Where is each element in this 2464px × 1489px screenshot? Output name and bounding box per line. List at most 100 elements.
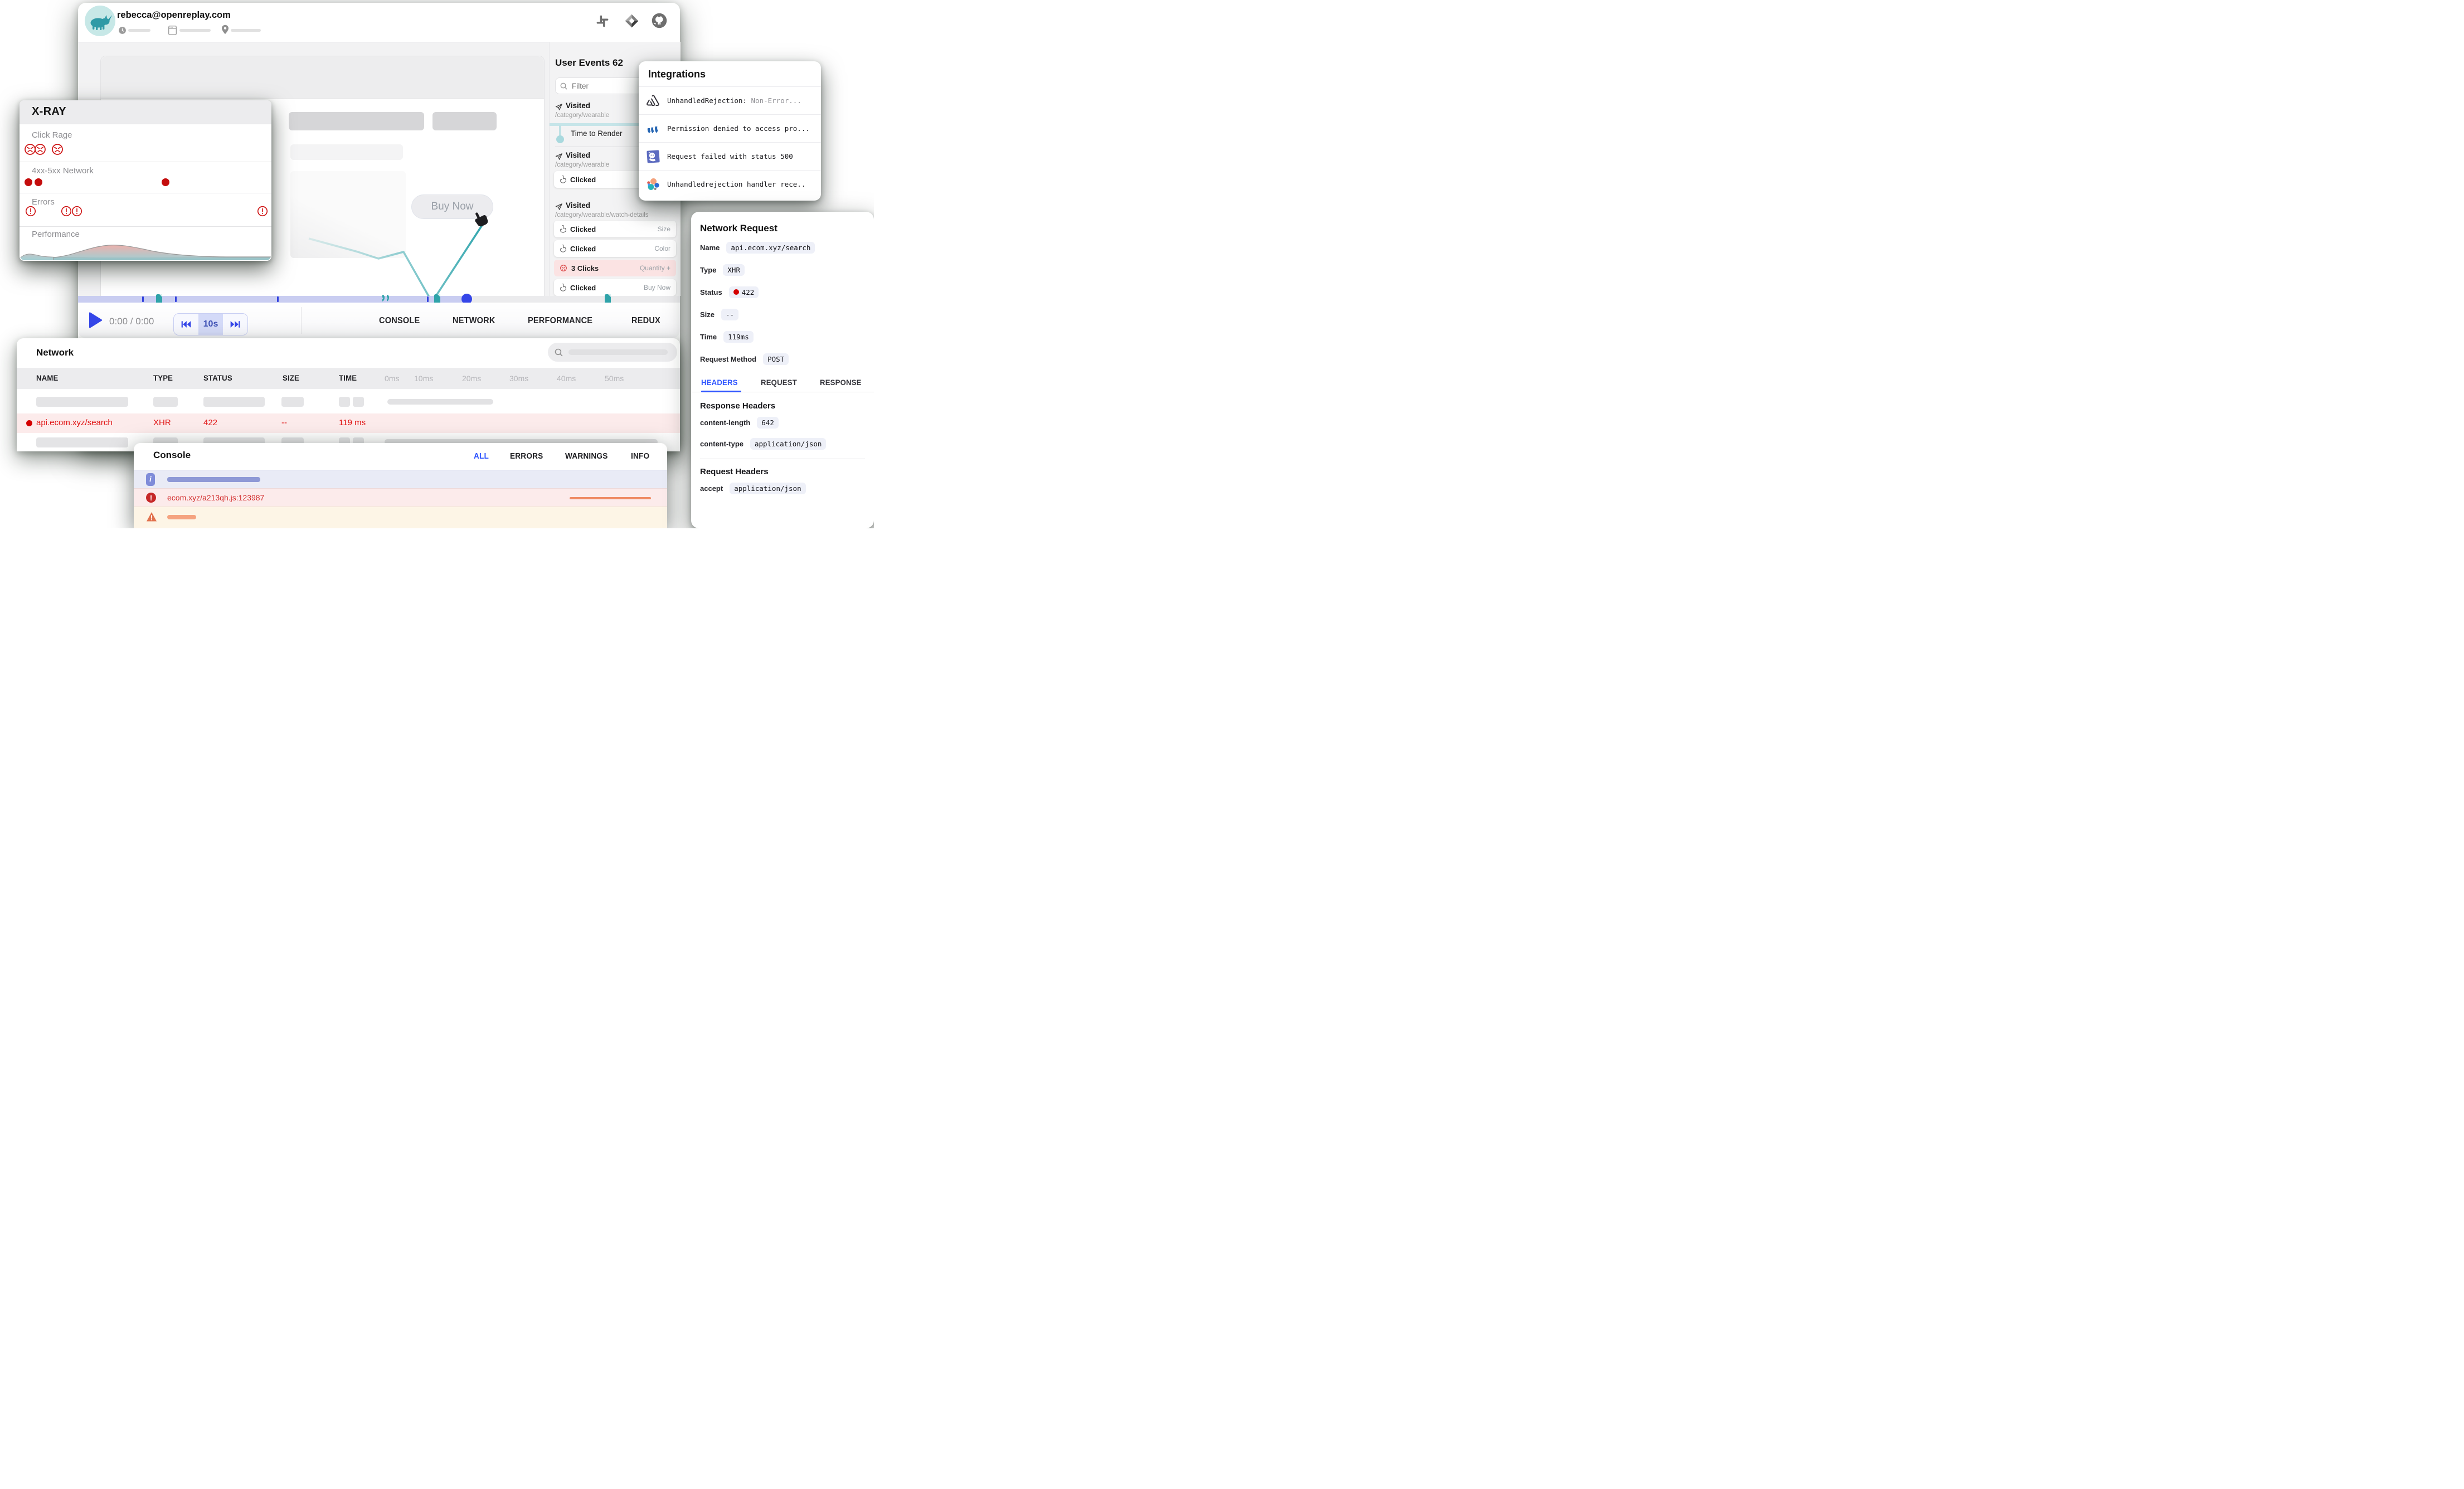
- field-method-value: POST: [763, 353, 789, 365]
- tab-redux[interactable]: REDUX: [631, 316, 660, 326]
- skip-forward-button[interactable]: [223, 314, 247, 335]
- event-visited-2-path: /category/wearable: [555, 162, 609, 168]
- scale-10ms: 10ms: [414, 374, 433, 383]
- console-row-error[interactable]: ! ecom.xyz/a213qh.js:123987: [134, 488, 667, 507]
- console-row-warning[interactable]: [134, 507, 667, 528]
- integration-message: Permission denied to access pro...: [667, 124, 810, 133]
- integrations-panel: Integrations UnhandledRejection: Non-Err…: [639, 61, 821, 201]
- event-visited-2[interactable]: Visited: [566, 151, 590, 159]
- tab-network[interactable]: NETWORK: [453, 316, 495, 326]
- tab-performance[interactable]: PERFORMANCE: [528, 316, 592, 326]
- duration-placeholder: [128, 29, 150, 32]
- integration-row-elastic[interactable]: Unhandledrejection handler rece..: [639, 170, 821, 198]
- buy-now-label: Buy Now: [431, 201, 473, 213]
- active-tab-underline: [701, 391, 741, 392]
- console-tab-errors[interactable]: ERRORS: [510, 452, 543, 461]
- visit-icon: [555, 103, 563, 111]
- error-icon: [256, 205, 269, 217]
- network-search-box[interactable]: [548, 343, 677, 362]
- location-placeholder: [231, 29, 261, 32]
- integration-row-sentry[interactable]: UnhandledRejection: Non-Error...: [639, 86, 821, 114]
- network-row-error[interactable]: api.ecom.xyz/search XHR 422 -- 119 ms: [17, 413, 680, 433]
- xray-title: X-RAY: [32, 105, 66, 118]
- event-clicked-color[interactable]: Clicked Color: [554, 240, 676, 257]
- console-tab-info[interactable]: INFO: [631, 452, 649, 461]
- tab-console[interactable]: CONSOLE: [379, 316, 420, 326]
- console-row-info[interactable]: i: [134, 470, 667, 489]
- integration-error-detail: Non-Error...: [751, 96, 801, 105]
- col-status[interactable]: STATUS: [203, 373, 232, 382]
- col-name[interactable]: NAME: [36, 373, 59, 382]
- info-icon: i: [146, 473, 155, 486]
- network-table-header: NAME TYPE STATUS SIZE TIME 0ms 10ms 20ms…: [17, 368, 680, 389]
- warning-message-skeleton: [167, 515, 196, 519]
- status-error-dot: [733, 289, 739, 295]
- jira-icon[interactable]: [624, 13, 639, 28]
- event-visited-1-path: /category/wearable: [555, 112, 609, 119]
- network-error-dot: [35, 178, 42, 186]
- col-size[interactable]: SIZE: [283, 373, 299, 382]
- elastic-icon: [647, 178, 660, 191]
- request-tab-request[interactable]: REQUEST: [761, 378, 797, 387]
- event-clicked-1-label: Clicked: [570, 176, 596, 184]
- col-time[interactable]: TIME: [339, 373, 357, 382]
- play-button[interactable]: [87, 312, 104, 329]
- player-timeline[interactable]: [78, 296, 680, 303]
- event-time-to-render[interactable]: Time to Render: [571, 129, 623, 138]
- event-clicked-size[interactable]: Clicked Size: [554, 221, 676, 237]
- event-visited-1[interactable]: Visited: [566, 101, 590, 110]
- row-type: XHR: [153, 418, 171, 427]
- timeline-quote-marker[interactable]: [381, 295, 390, 303]
- event-visited-3[interactable]: Visited: [566, 201, 590, 210]
- clock-icon: [118, 26, 127, 35]
- timeline-event-tick[interactable]: [277, 296, 279, 302]
- event-clicked-buy-now[interactable]: Clicked Buy Now: [554, 279, 676, 296]
- xray-panel: X-RAY Click Rage 4xx-5xx Network Errors …: [20, 100, 271, 261]
- performance-label: Performance: [32, 230, 80, 239]
- console-title: Console: [153, 450, 191, 461]
- title-skeleton-bar-2: [432, 112, 497, 130]
- integration-message: Request failed with status 500: [667, 152, 793, 160]
- skip-back-button[interactable]: [174, 314, 198, 335]
- console-tab-all[interactable]: ALL: [474, 452, 489, 461]
- controls-divider: [301, 307, 302, 334]
- accept-value: application/json: [730, 483, 805, 494]
- player-time: 0:00 / 0:00: [109, 316, 154, 327]
- timeline-event-tick[interactable]: [142, 296, 144, 302]
- integrations-title: Integrations: [639, 61, 821, 86]
- skip-interval-value[interactable]: 10s: [198, 314, 223, 335]
- integration-row-rollbar[interactable]: Permission denied to access pro...: [639, 114, 821, 142]
- slack-icon[interactable]: [595, 14, 610, 28]
- field-size-label: Size: [700, 310, 715, 319]
- col-type[interactable]: TYPE: [153, 373, 173, 382]
- github-icon[interactable]: [651, 12, 668, 29]
- console-tab-warnings[interactable]: WARNINGS: [565, 452, 608, 461]
- search-placeholder-bar: [568, 349, 668, 355]
- event-clicked-size-label: Clicked: [570, 225, 596, 233]
- field-time-value: 119ms: [723, 331, 754, 343]
- request-tab-response[interactable]: RESPONSE: [820, 378, 862, 387]
- scale-40ms: 40ms: [557, 374, 576, 383]
- timeline-event-tick[interactable]: [427, 296, 429, 302]
- timeline-event-tick[interactable]: [175, 296, 177, 302]
- browser-placeholder: [179, 29, 211, 32]
- row-time: 119 ms: [339, 418, 366, 427]
- event-clicked-buy-target: Buy Now: [644, 284, 670, 291]
- network-panel: Network NAME TYPE STATUS SIZE TIME 0ms 1…: [17, 338, 680, 451]
- error-icon: [71, 205, 83, 217]
- console-error-icon: !: [146, 493, 156, 503]
- event-rage-label: 3 Clicks: [571, 264, 599, 273]
- search-icon: [560, 82, 567, 90]
- integration-error-type: UnhandledRejection:: [667, 96, 747, 105]
- network-title: Network: [36, 347, 74, 358]
- scale-30ms: 30ms: [509, 374, 528, 383]
- click-hand-icon: [560, 284, 566, 291]
- field-name-value: api.ecom.xyz/search: [726, 242, 815, 254]
- skip-back-icon: [181, 320, 192, 329]
- integration-row-datadog[interactable]: Request failed with status 500: [639, 142, 821, 170]
- player-controls: 0:00 / 0:00 10s CONSOLE NET: [78, 303, 680, 338]
- event-visited-3-path: /category/wearable/watch-details: [555, 212, 648, 218]
- request-tab-headers[interactable]: HEADERS: [701, 378, 738, 387]
- event-rage-clicks[interactable]: 3 Clicks Quantity +: [554, 260, 676, 276]
- event-clicked-buy-label: Clicked: [570, 284, 596, 292]
